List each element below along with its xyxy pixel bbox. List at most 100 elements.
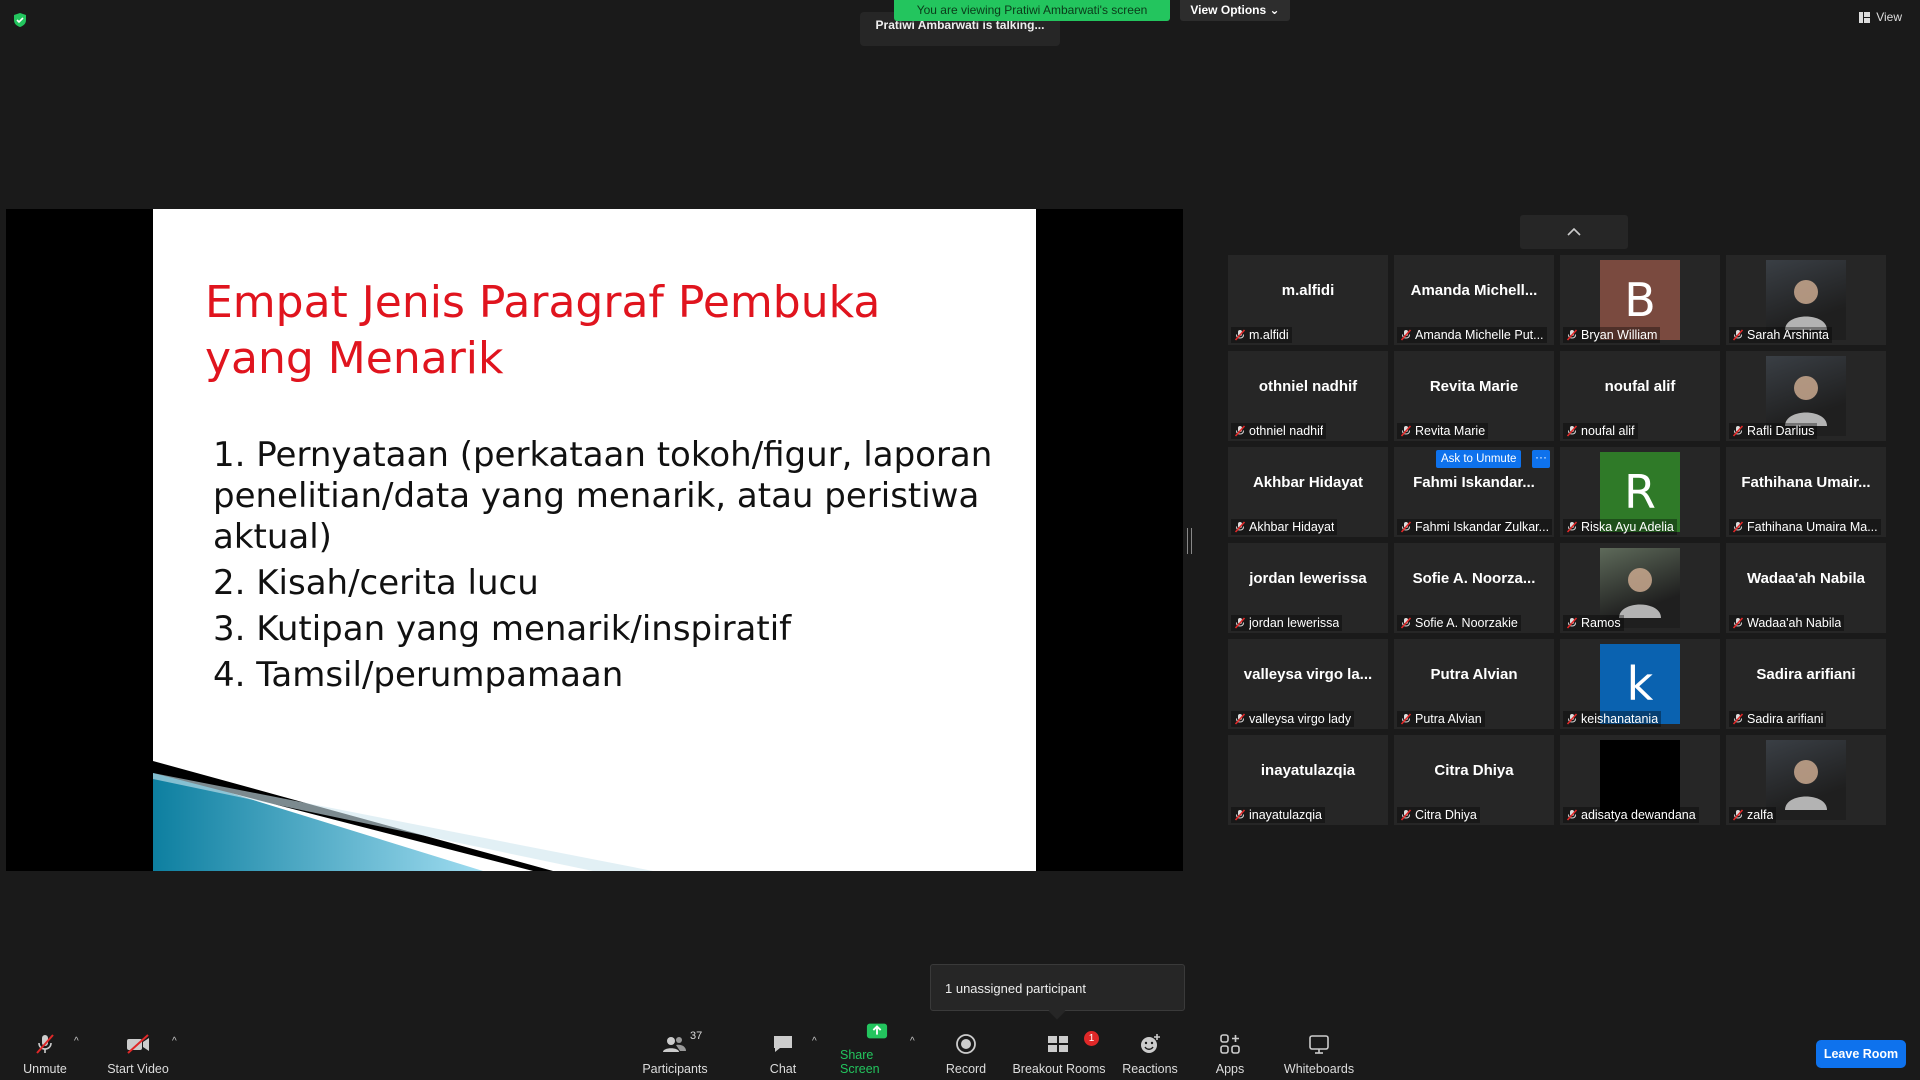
participant-tile[interactable]: B Bryan William	[1560, 255, 1720, 345]
apps-button[interactable]: Apps	[1210, 1020, 1250, 1080]
participant-display-name: Wadaa'ah Nabila	[1746, 570, 1866, 587]
microphone-muted-icon	[36, 1034, 54, 1054]
microphone-muted-icon	[1732, 329, 1744, 341]
viewing-screen-banner: You are viewing Pratiwi Ambarwati's scre…	[894, 0, 1170, 21]
participant-tile[interactable]: Sarah Arshinta	[1726, 255, 1886, 345]
unmute-label: Unmute	[23, 1062, 67, 1076]
participant-tile[interactable]: valleysa virgo la... valleysa virgo lady	[1228, 639, 1388, 729]
view-options-button[interactable]: View Options ⌄	[1180, 0, 1290, 21]
microphone-muted-icon	[1400, 329, 1412, 341]
participant-tile[interactable]: Citra Dhiya Citra Dhiya	[1394, 735, 1554, 825]
view-options-label: View Options	[1190, 3, 1267, 17]
share-screen-button[interactable]: Share Screen	[840, 1020, 914, 1080]
participant-display-name: valleysa virgo la...	[1243, 666, 1373, 683]
slide-title: Empat Jenis Paragraf Pembuka yang Menari…	[205, 277, 881, 384]
breakout-rooms-badge: 1	[1084, 1031, 1099, 1046]
start-video-button[interactable]: Start Video	[104, 1020, 172, 1080]
chat-button[interactable]: Chat	[762, 1020, 804, 1080]
participant-display-name: noufal alif	[1604, 378, 1676, 395]
participant-display-name: othniel nadhif	[1258, 378, 1358, 395]
participants-button[interactable]: Participants	[640, 1020, 710, 1080]
participant-name: Sadira arifiani	[1747, 712, 1824, 726]
reactions-label: Reactions	[1122, 1062, 1178, 1076]
breakout-rooms-label: Breakout Rooms	[1012, 1062, 1106, 1076]
microphone-muted-icon	[1400, 713, 1412, 725]
share-screen-label: Share Screen	[840, 1048, 880, 1076]
participant-tile[interactable]: othniel nadhif othniel nadhif	[1228, 351, 1388, 441]
participant-tile[interactable]: Sofie A. Noorza... Sofie A. Noorzakie	[1394, 543, 1554, 633]
participant-tile[interactable]: Fahmi Iskandar... Ask to Unmute ··· Fahmi I…	[1394, 447, 1554, 537]
audio-options-caret[interactable]: ^	[74, 1036, 79, 1047]
video-options-caret[interactable]: ^	[172, 1036, 177, 1047]
security-shield-icon[interactable]	[12, 12, 28, 28]
participant-tile[interactable]: m.alfidi m.alfidi	[1228, 255, 1388, 345]
participant-name-label: adisatya dewandana	[1563, 807, 1699, 823]
participant-tile[interactable]: Putra Alvian Putra Alvian	[1394, 639, 1554, 729]
person-silhouette-icon	[1785, 280, 1827, 330]
whiteboards-button[interactable]: Whiteboards	[1280, 1020, 1358, 1080]
record-button[interactable]: Record	[940, 1020, 992, 1080]
reactions-button[interactable]: Reactions	[1120, 1020, 1180, 1080]
participant-name-label: m.alfidi	[1231, 327, 1292, 343]
participant-tile[interactable]: inayatulazqia inayatulazqia	[1228, 735, 1388, 825]
participant-name: Revita Marie	[1415, 424, 1486, 438]
chat-icon	[774, 1036, 792, 1052]
participant-display-name: Revita Marie	[1429, 378, 1519, 395]
participant-name-label: Bryan William	[1563, 327, 1661, 343]
start-video-label: Start Video	[107, 1062, 169, 1076]
microphone-muted-icon	[1400, 809, 1412, 821]
participant-tile[interactable]: jordan lewerissa jordan lewerissa	[1228, 543, 1388, 633]
participant-tile[interactable]: Wadaa'ah Nabila Wadaa'ah Nabila	[1726, 543, 1886, 633]
participant-name-label: keishanatania	[1563, 711, 1662, 727]
shared-screen[interactable]: Empat Jenis Paragraf Pembuka yang Menari…	[6, 209, 1183, 871]
participant-tile[interactable]: Akhbar Hidayat Akhbar Hidayat	[1228, 447, 1388, 537]
participant-name: Bryan William	[1581, 328, 1658, 342]
participant-name: Sofie A. Noorzakie	[1415, 616, 1518, 630]
participant-name: Amanda Michelle Put...	[1415, 328, 1544, 342]
participant-tile[interactable]: Amanda Michell... Amanda Michelle Put...	[1394, 255, 1554, 345]
microphone-muted-icon	[1566, 329, 1578, 341]
gallery-page-up-button[interactable]	[1520, 215, 1628, 249]
participant-tile[interactable]: Revita Marie Revita Marie	[1394, 351, 1554, 441]
microphone-muted-icon	[1234, 425, 1246, 437]
breakout-rooms-button[interactable]: Breakout Rooms 1	[1012, 1020, 1106, 1080]
participant-tile[interactable]: R Riska Ayu Adelia	[1560, 447, 1720, 537]
participant-tile[interactable]: Ramos	[1560, 543, 1720, 633]
participant-tile[interactable]: Sadira arifiani Sadira arifiani	[1726, 639, 1886, 729]
microphone-muted-icon	[1234, 521, 1246, 533]
leave-room-button[interactable]: Leave Room	[1816, 1040, 1906, 1068]
microphone-muted-icon	[1400, 617, 1412, 629]
view-button[interactable]: View	[1859, 10, 1902, 24]
view-label: View	[1876, 10, 1902, 24]
unassigned-participant-tooltip: 1 unassigned participant	[930, 964, 1185, 1011]
participant-name: zalfa	[1747, 808, 1774, 822]
person-silhouette-icon	[1785, 376, 1827, 426]
participant-tile[interactable]: noufal alif noufal alif	[1560, 351, 1720, 441]
participant-name-label: valleysa virgo lady	[1231, 711, 1355, 727]
microphone-muted-icon	[1234, 809, 1246, 821]
participant-name-label: Sofie A. Noorzakie	[1397, 615, 1521, 631]
split-view-handle[interactable]	[1187, 528, 1192, 554]
participant-tile[interactable]: zalfa	[1726, 735, 1886, 825]
participant-video-thumbnail	[1766, 740, 1846, 820]
participant-tile[interactable]: adisatya dewandana	[1560, 735, 1720, 825]
share-screen-icon	[866, 1023, 888, 1039]
apps-label: Apps	[1215, 1062, 1245, 1076]
participant-tile[interactable]: Fathihana Umair... Fathihana Umaira Ma...	[1726, 447, 1886, 537]
participant-tile[interactable]: k keishanatania	[1560, 639, 1720, 729]
more-options-button[interactable]: ···	[1532, 450, 1550, 468]
share-options-caret[interactable]: ^	[910, 1036, 915, 1047]
microphone-muted-icon	[1566, 425, 1578, 437]
ask-to-unmute-button[interactable]: Ask to Unmute	[1436, 450, 1522, 468]
avatar-letter: k	[1626, 657, 1654, 711]
chat-options-caret[interactable]: ^	[812, 1036, 817, 1047]
participants-label: Participants	[642, 1062, 708, 1076]
unmute-button[interactable]: Unmute	[18, 1020, 72, 1080]
participant-name-label: Sarah Arshinta	[1729, 327, 1832, 343]
microphone-muted-icon	[1732, 425, 1744, 437]
participant-tile[interactable]: Rafli Darlius	[1726, 351, 1886, 441]
breakout-rooms-icon	[1048, 1036, 1068, 1052]
participant-display-name: m.alfidi	[1281, 282, 1335, 299]
participant-name-label: Ramos	[1563, 615, 1624, 631]
participant-display-name: Putra Alvian	[1430, 666, 1518, 683]
